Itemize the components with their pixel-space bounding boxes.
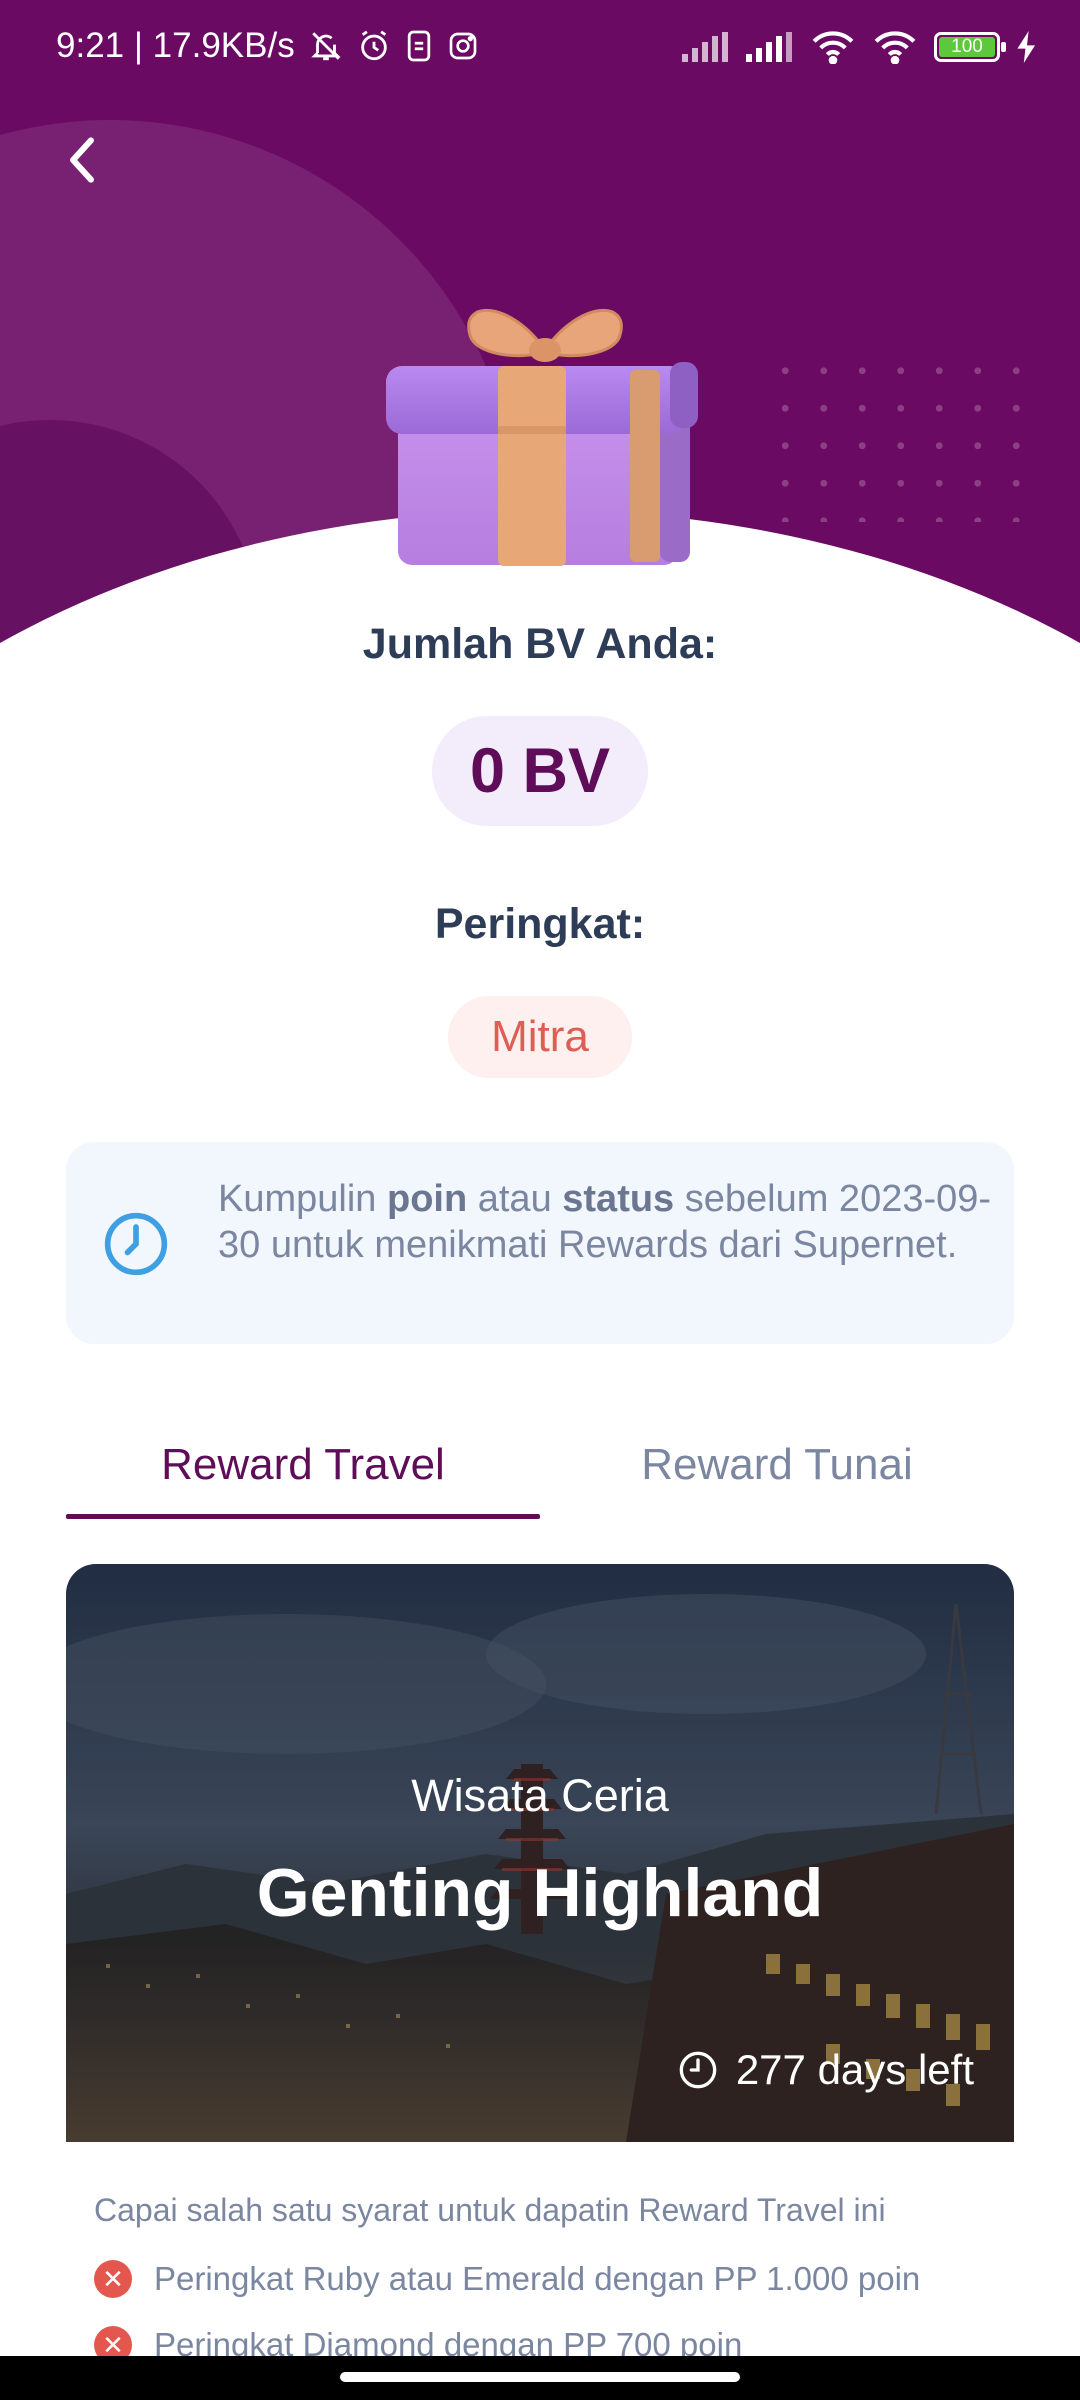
active-tab-indicator	[66, 1514, 540, 1519]
info-text-part: atau	[467, 1178, 563, 1220]
status-bar: 9:21 | 17.9KB/s 100	[0, 0, 1080, 96]
status-time-speed: 9:21 | 17.9KB/s	[56, 26, 295, 65]
card-subtitle: Wisata Ceria	[411, 1770, 669, 1821]
requirement-item: ✕ Peringkat Ruby atau Emerald dengan PP …	[94, 2260, 920, 2298]
rank-badge: Mitra	[448, 996, 632, 1078]
battery-icon: 100	[934, 32, 1006, 62]
home-gesture-handle[interactable]	[340, 2372, 740, 2382]
info-text-part: Kumpulin	[218, 1178, 387, 1220]
days-left-text: 277 days left	[735, 2046, 974, 2093]
bv-value-badge: 0 BV	[432, 716, 648, 826]
card-title: Genting Highland	[256, 1855, 824, 1931]
wifi-icon	[874, 31, 916, 64]
tab-reward-tunai[interactable]: Reward Tunai	[540, 1420, 1014, 1510]
info-bold-status: status	[562, 1178, 675, 1220]
instagram-icon	[449, 32, 477, 60]
signal-icon	[746, 32, 792, 62]
requirement-text: Peringkat Ruby atau Emerald dengan PP 1.…	[154, 2260, 921, 2297]
requirements-title: Capai salah satu syarat untuk dapatin Re…	[94, 2192, 886, 2228]
reward-card[interactable]: Wisata Ceria Genting Highland 277 days l…	[66, 1564, 1014, 2142]
bell-off-icon	[310, 32, 341, 61]
deadline-info-box: Kumpulin poin atau status sebelum 2023-0…	[66, 1142, 1014, 1344]
x-circle-icon: ✕	[94, 2260, 132, 2298]
signal-icon	[682, 32, 728, 62]
battery-level: 100	[951, 36, 983, 57]
clock-icon	[679, 2051, 717, 2089]
chevron-left-icon	[70, 137, 94, 183]
charging-icon	[1017, 31, 1035, 63]
rank-label: Peringkat:	[434, 900, 646, 948]
sim-icon	[407, 30, 430, 62]
wifi-icon	[812, 31, 854, 64]
alarm-icon	[360, 30, 387, 61]
bv-label: Jumlah BV Anda:	[362, 620, 718, 668]
decor-dots	[766, 352, 1026, 522]
clock-icon	[104, 1212, 168, 1276]
days-left-indicator: 277 days left	[678, 2046, 974, 2094]
info-bold-points: poin	[386, 1178, 468, 1220]
gift-box-icon	[386, 308, 698, 566]
back-button[interactable]	[50, 128, 114, 192]
deadline-info-text: Kumpulin poin atau status sebelum 2023-0…	[218, 1176, 998, 1268]
tab-reward-travel[interactable]: Reward Travel	[66, 1420, 540, 1510]
